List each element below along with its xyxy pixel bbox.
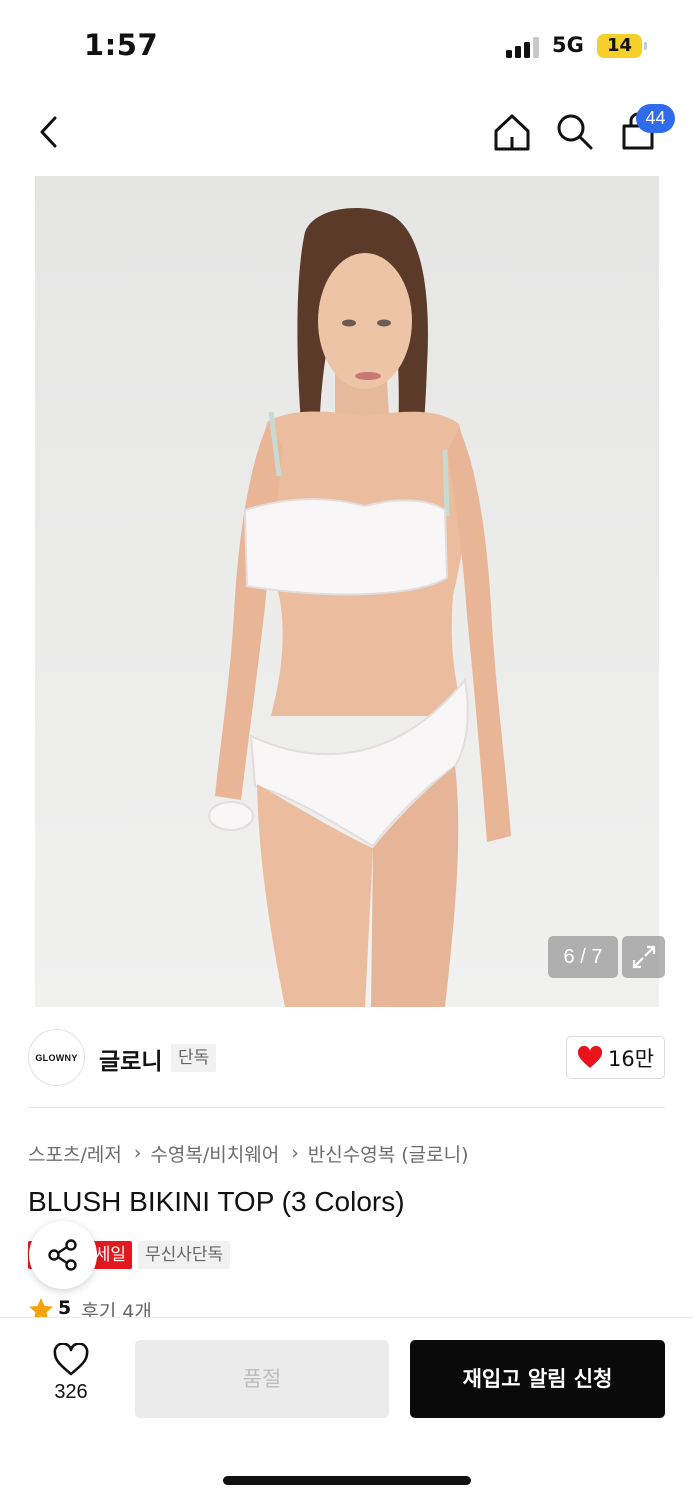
restock-alert-button[interactable]: 재입고 알림 신청 [410,1340,665,1418]
back-icon [40,116,57,148]
expand-button[interactable] [622,936,665,978]
expand-icon [632,945,655,969]
battery-icon: 14 [597,34,642,58]
signal-icon [506,36,542,58]
nav-bar [0,92,693,176]
status-time: 1:57 [84,28,159,62]
search-icon [557,114,593,150]
network-label: 5G [552,33,584,57]
image-counter: 6 / 7 [548,936,618,978]
brand-like-button[interactable]: 16만 [566,1036,665,1079]
product-image[interactable] [35,176,659,1007]
chevron-right-icon: › [291,1142,299,1164]
heart-icon [577,1045,602,1068]
product-title: BLUSH BIKINI TOP (3 Colors) [28,1186,405,1217]
breadcrumb-item-swimwear[interactable]: 수영복/비치웨어 [150,1140,279,1167]
wishlist-button[interactable]: 326 [34,1343,108,1413]
home-indicator [223,1476,471,1485]
breadcrumb: 스포츠/레저 › 수영복/비치웨어 › 반신수영복 (글로니) [28,1139,469,1167]
cart-badge: 44 [636,104,675,133]
search-button[interactable] [549,106,601,158]
home-button[interactable] [486,106,538,158]
brand-logo-text: GLOWNY [35,1052,78,1063]
brand-logo[interactable]: GLOWNY [28,1029,85,1086]
chevron-right-icon: › [133,1142,142,1164]
back-button[interactable] [24,106,76,158]
share-button[interactable] [29,1221,97,1289]
battery-level: 14 [606,35,633,56]
musinsa-exclusive-tag: 무신사단독 [138,1241,231,1269]
divider [28,1107,665,1108]
brand-name[interactable]: 글로니 [99,1042,162,1076]
rating-score: 5 [58,1297,72,1317]
heart-outline-icon [53,1343,89,1376]
exclusive-tag: 단독 [171,1044,217,1072]
breadcrumb-item-one-piece[interactable]: 반신수영복 (글로니) [308,1140,469,1167]
status-bar: 1:57 5G 14 [0,0,693,92]
breadcrumb-item-sports[interactable]: 스포츠/레저 [28,1140,122,1167]
home-icon [494,114,530,151]
star-icon [29,1298,53,1317]
product-photo [208,208,511,1007]
brand-like-count: 16만 [607,1046,655,1071]
review-count: 후기 4개 [81,1301,152,1317]
soldout-button: 품절 [135,1340,389,1418]
battery-tip [644,42,647,50]
share-icon [48,1239,77,1271]
wishlist-count: 326 [54,1381,88,1403]
rating-row[interactable]: 5 후기 4개 [28,1297,152,1317]
